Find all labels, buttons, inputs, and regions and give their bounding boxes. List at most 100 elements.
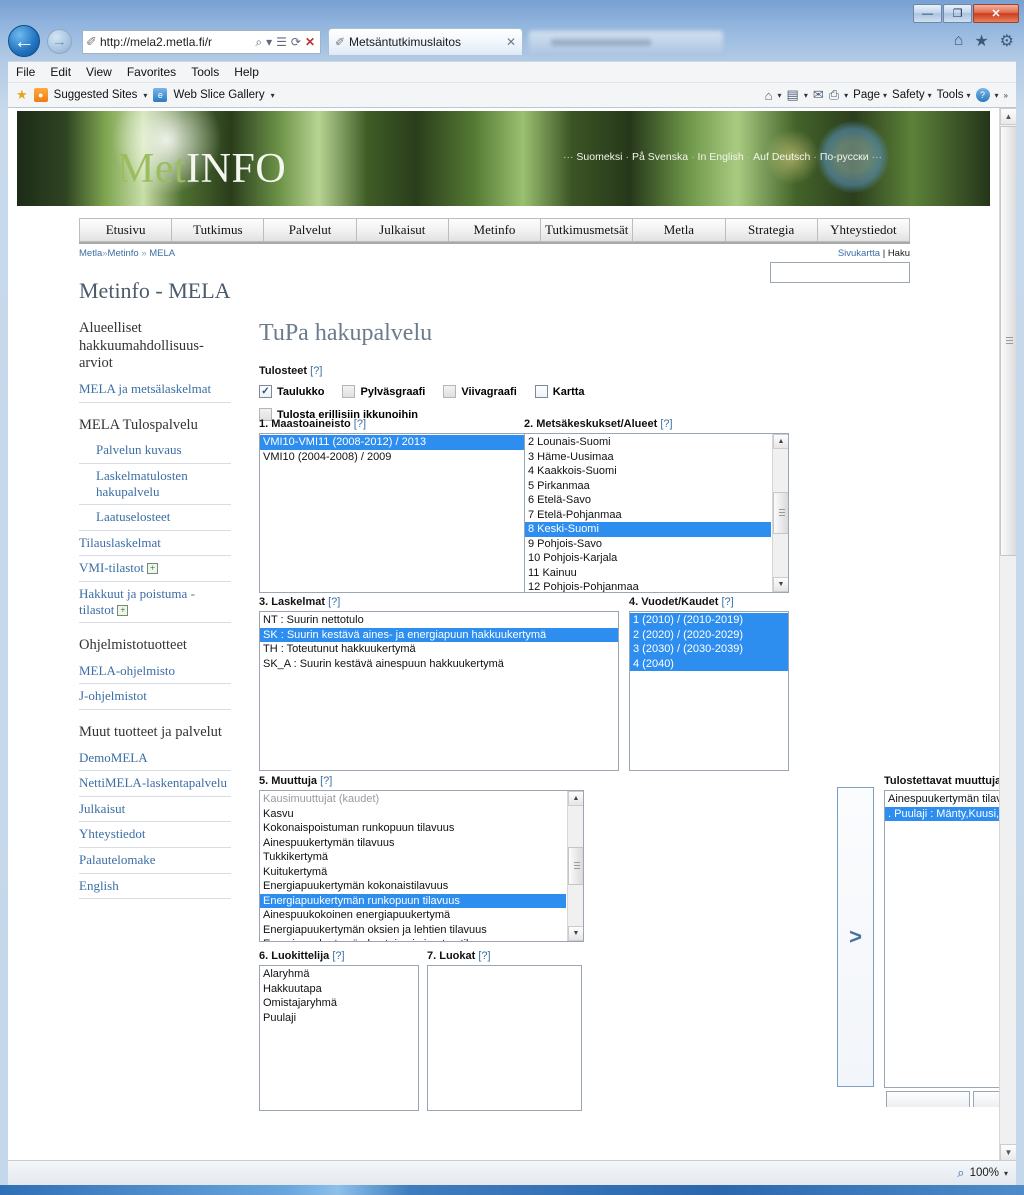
listbox-metsakeskukset[interactable]: 2 Lounais-Suomi 3 Häme-Uusimaa 4 Kaakkoi… <box>524 433 789 593</box>
chevron-down-icon[interactable]: ▾ <box>995 91 999 100</box>
sidebar-item-palvelun-kuvaus[interactable]: Palvelun kuvaus <box>79 438 231 464</box>
page-scrollbar-vertical[interactable]: ▲ ▼ <box>999 108 1016 1160</box>
sitemap-link[interactable]: Sivukartta <box>838 248 880 259</box>
address-bar[interactable]: ✐ http://mela2.metla.fi/r ⌕ ▾ ☰ ⟳ ✕ <box>82 30 321 54</box>
list-item[interactable]: 6 Etelä-Savo <box>525 493 771 508</box>
list-item[interactable]: NT : Suurin nettotulo <box>260 613 618 628</box>
listbox-vuodet-kaudet[interactable]: 1 (2010) / (2010-2019) 2 (2020) / (2020-… <box>629 611 789 771</box>
list-item[interactable]: 3 Häme-Uusimaa <box>525 450 771 465</box>
lang-link-english[interactable]: In English <box>698 151 744 163</box>
list-item[interactable]: 9 Pohjois-Savo <box>525 537 771 552</box>
sidebar-item-tilauslaskelmat[interactable]: Tilauslaskelmat <box>79 531 231 557</box>
list-item[interactable]: 2 Lounais-Suomi <box>525 435 771 450</box>
list-item[interactable]: 2 (2020) / (2020-2029) <box>630 627 788 642</box>
chevron-down-icon[interactable]: ▾ <box>271 91 275 100</box>
list-item[interactable]: Ainespuukertymän tilavuus <box>885 792 1016 807</box>
list-item[interactable]: 1 (2010) / (2010-2019) <box>630 613 788 628</box>
home-icon[interactable]: ⌂ <box>765 88 773 103</box>
favorites-star-icon[interactable]: ★ <box>974 31 988 51</box>
breadcrumb-mela[interactable]: MELA <box>149 248 175 259</box>
help-icon[interactable]: [?] <box>310 365 322 377</box>
list-item[interactable]: 5 Pirkanmaa <box>525 479 771 494</box>
checkbox-box[interactable] <box>342 385 356 398</box>
lang-link-russian[interactable]: По-русски <box>820 151 869 163</box>
listbox-luokittelija[interactable]: Alaryhmä Hakkuutapa Omistajaryhmä Puulaj… <box>259 965 419 1111</box>
menu-item-edit[interactable]: Edit <box>50 65 71 79</box>
scrollbar-thumb[interactable] <box>773 492 788 534</box>
compatibility-view-icon[interactable]: ☰ <box>274 35 289 49</box>
lang-link-suomeksi[interactable]: Suomeksi <box>576 151 622 163</box>
breadcrumb-metinfo[interactable]: Metinfo <box>108 248 139 259</box>
checkbox-box[interactable] <box>534 385 548 398</box>
list-item[interactable]: Kasvu <box>260 807 566 822</box>
listbox-laskelmat[interactable]: NT : Suurin nettotulo SK : Suurin kestäv… <box>259 611 619 771</box>
tools-menu-button[interactable]: Tools ▾ <box>937 89 971 101</box>
web-slice-gallery-link[interactable]: Web Slice Gallery <box>173 89 264 101</box>
list-item[interactable]: 4 (2040) <box>630 656 788 671</box>
back-button[interactable]: ← <box>8 25 40 57</box>
sidebar-item-hakkuut-ja-poistuma[interactable]: Hakkuut ja poistuma - tilastot + <box>79 582 231 624</box>
expand-plus-icon[interactable]: + <box>117 604 129 616</box>
list-item[interactable]: VMI10-VMI11 (2008-2012) / 2013 <box>260 435 528 450</box>
listbox-tulostettavat-muuttujat[interactable]: Ainespuukertymän tilavuus . Puulaji : Mä… <box>884 790 1016 1088</box>
read-mail-icon[interactable]: ✉ <box>813 87 824 103</box>
chevron-down-icon[interactable]: ▾ <box>804 91 808 100</box>
list-item[interactable]: 3 (2030) / (2030-2039) <box>630 642 788 657</box>
list-item[interactable]: . Puulaji : Mänty,Kuusi,Koivu,Muu lehtip… <box>885 806 1016 821</box>
list-item[interactable]: VMI10 (2004-2008) / 2009 <box>260 450 528 465</box>
home-icon[interactable]: ⌂ <box>954 32 964 50</box>
sidebar-item-laskelmatulosten-hakupalvelu[interactable]: Laskelmatulosten hakupalvelu <box>79 464 231 506</box>
nav-tab-yhteystiedot[interactable]: Yhteystiedot <box>816 218 910 242</box>
tab-close-icon[interactable]: ✕ <box>506 35 516 49</box>
sidebar-item-julkaisut[interactable]: Julkaisut <box>79 797 231 823</box>
menu-item-help[interactable]: Help <box>234 65 259 79</box>
list-item[interactable]: Energiapuukertymän kokonaistilavuus <box>260 879 566 894</box>
list-item[interactable]: Energiapuukertymän kantojen ja juurten t… <box>260 937 566 941</box>
list-item[interactable]: 8 Keski-Suomi <box>525 522 771 537</box>
form-action-button-1[interactable] <box>886 1091 970 1107</box>
scrollbar-thumb[interactable] <box>568 847 583 885</box>
checkbox-box[interactable] <box>443 385 457 398</box>
lang-link-svenska[interactable]: På Svenska <box>632 151 688 163</box>
checkbox-box[interactable] <box>259 385 272 398</box>
sidebar-item-j-ohjelmistot[interactable]: J-ohjelmistot <box>79 684 231 710</box>
listbox-scrollbar[interactable]: ▲ ▼ <box>772 434 788 592</box>
sidebar-item-demomela[interactable]: DemoMELA <box>79 746 231 772</box>
help-icon[interactable]: ? <box>975 88 990 102</box>
sidebar-item-english[interactable]: English <box>79 874 231 900</box>
list-item[interactable]: Tukkikertymä <box>260 850 566 865</box>
checkbox-kartta[interactable]: Kartta <box>534 385 585 398</box>
list-item[interactable]: 11 Kainuu <box>525 566 771 581</box>
list-item[interactable]: Energiapuukertymän runkopuun tilavuus <box>260 893 566 908</box>
listbox-muuttuja[interactable]: Kausimuuttujat (kaudet) Kasvu Kokonaispo… <box>259 790 584 942</box>
nav-tab-julkaisut[interactable]: Julkaisut <box>355 218 448 242</box>
chevron-down-icon[interactable]: ▾ <box>143 91 147 100</box>
list-item[interactable]: 7 Etelä-Pohjanmaa <box>525 508 771 523</box>
nav-tab-palvelut[interactable]: Palvelut <box>263 218 356 242</box>
print-icon[interactable]: ⎙ <box>829 87 839 103</box>
list-item[interactable]: Ainespuukokoinen energiapuukertymä <box>260 908 566 923</box>
list-item[interactable]: Puulaji <box>260 1011 418 1026</box>
chevron-down-icon[interactable]: ▾ <box>264 35 274 49</box>
transfer-right-button[interactable]: > <box>837 787 874 1087</box>
list-item[interactable]: SK_A : Suurin kestävä ainespuun hakkuuke… <box>260 657 618 672</box>
browser-tab-active[interactable]: ✐ Metsäntutkimuslaitos ✕ <box>328 28 523 55</box>
forward-button[interactable]: → <box>47 29 72 54</box>
list-item[interactable]: 10 Pohjois-Karjala <box>525 551 771 566</box>
scroll-down-arrow-icon[interactable]: ▼ <box>568 926 583 941</box>
help-icon[interactable]: [?] <box>660 418 672 430</box>
listbox-luokat[interactable] <box>427 965 582 1111</box>
scroll-down-arrow-icon[interactable]: ▼ <box>773 577 788 592</box>
nav-tab-metinfo[interactable]: Metinfo <box>447 218 541 242</box>
add-favorites-icon[interactable]: ★ <box>16 87 28 103</box>
sidebar-item-palautelomake[interactable]: Palautelomake <box>79 848 231 874</box>
safety-menu-button[interactable]: Safety ▾ <box>892 89 932 101</box>
sidebar-item-mela-ja-metsalaskelmat[interactable]: MELA ja metsälaskelmat <box>79 377 231 403</box>
page-menu-button[interactable]: Page ▾ <box>853 89 887 101</box>
expand-plus-icon[interactable]: + <box>147 563 158 575</box>
overflow-chevron-icon[interactable]: » <box>1004 91 1008 100</box>
listbox-scrollbar[interactable]: ▲ ▼ <box>567 791 583 941</box>
nav-tab-strategia[interactable]: Strategia <box>724 218 817 242</box>
scroll-up-arrow-icon[interactable]: ▲ <box>1000 108 1016 125</box>
scroll-up-arrow-icon[interactable]: ▲ <box>568 791 583 806</box>
